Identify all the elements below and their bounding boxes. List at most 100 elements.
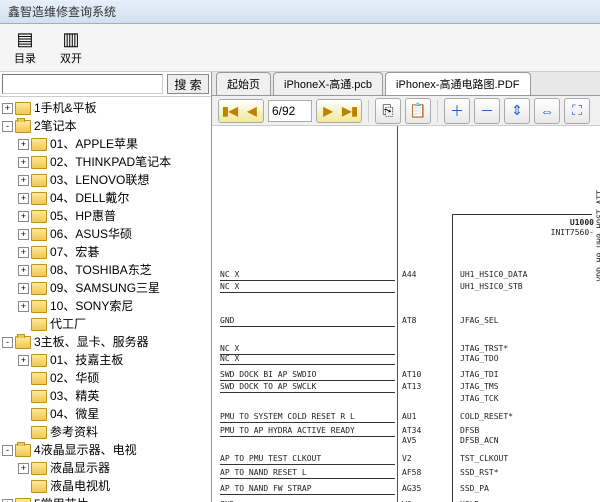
tree-item-label: 液晶显示器 — [50, 459, 110, 477]
catalog-button[interactable]: ▤ 目录 — [8, 27, 42, 68]
first-page-button[interactable]: ▮◀ — [219, 100, 241, 122]
tree-item[interactable]: +07、宏碁 — [0, 243, 211, 261]
tree-item[interactable]: +01、APPLE苹果 — [0, 135, 211, 153]
expand-toggle[interactable]: + — [18, 247, 29, 258]
zoom-in-button[interactable]: ＋ — [444, 98, 470, 124]
expand-toggle[interactable]: + — [18, 175, 29, 186]
tree-item-label: 08、TOSHIBA东芝 — [50, 261, 152, 279]
tree-item[interactable]: 02、华硕 — [0, 369, 211, 387]
net-label: VDD_H0 UH0_HOST_ATT — [596, 190, 600, 282]
schematic-line — [452, 214, 592, 215]
net-name: DFSB — [460, 426, 479, 435]
tree-item[interactable]: +02、THINKPAD笔记本 — [0, 153, 211, 171]
last-page-button[interactable]: ▶▮ — [339, 100, 361, 122]
net-name: UH1_HSIC0_STB — [460, 282, 523, 291]
fit-height-button[interactable]: ⇕ — [504, 98, 530, 124]
expand-toggle[interactable]: + — [2, 499, 13, 502]
tree-view[interactable]: +1手机&平板-2笔记本+01、APPLE苹果+02、THINKPAD笔记本+0… — [0, 97, 211, 502]
folder-icon — [31, 462, 47, 475]
expand-toggle[interactable]: + — [18, 229, 29, 240]
expand-toggle[interactable]: + — [18, 283, 29, 294]
zoom-out-button[interactable]: － — [474, 98, 500, 124]
expand-toggle[interactable]: - — [2, 121, 13, 132]
folder-icon — [31, 246, 47, 259]
chip-designator: U1000 — [570, 218, 594, 227]
copy-button[interactable]: ⎘ — [375, 98, 401, 124]
document-tab[interactable]: iPhonex-高通电路图.PDF — [385, 72, 530, 95]
tree-item[interactable]: +1手机&平板 — [0, 99, 211, 117]
tree-item[interactable]: 03、精英 — [0, 387, 211, 405]
left-panel: 搜 索 +1手机&平板-2笔记本+01、APPLE苹果+02、THINKPAD笔… — [0, 72, 212, 502]
search-button[interactable]: 搜 索 — [167, 74, 209, 94]
expand-toggle[interactable]: + — [18, 355, 29, 366]
expand-toggle[interactable]: + — [18, 301, 29, 312]
page-nav-2: ▶ ▶▮ — [316, 99, 362, 123]
page-input[interactable] — [268, 100, 312, 122]
folder-icon — [31, 210, 47, 223]
net-name: TST_CLKOUT — [460, 454, 508, 463]
expand-toggle[interactable]: + — [2, 103, 13, 114]
tree-item-label: 02、华硕 — [50, 369, 99, 387]
expand-toggle[interactable]: + — [18, 463, 29, 474]
pin-number: AT10 — [402, 370, 421, 379]
schematic-canvas: VDD_H0 UH0_HOST_ATT U1000 INIT7560- NC X… — [212, 126, 600, 502]
page-nav: ▮◀ ◀ — [218, 99, 264, 123]
tree-item[interactable]: +10、SONY索尼 — [0, 297, 211, 315]
folder-icon — [31, 354, 47, 367]
paste-button[interactable]: 📋 — [405, 98, 431, 124]
folder-icon — [31, 264, 47, 277]
folder-icon — [31, 174, 47, 187]
tree-item[interactable]: + 液晶显示器 — [0, 459, 211, 477]
net-signal: SWD DOCK BI AP SWDIO — [220, 370, 316, 379]
tree-item-label: 07、宏碁 — [50, 243, 99, 261]
document-tab[interactable]: iPhoneX-高通.pcb — [273, 72, 383, 95]
expand-toggle[interactable]: + — [18, 265, 29, 276]
expand-toggle[interactable]: + — [18, 157, 29, 168]
tree-item[interactable]: -2笔记本 — [0, 117, 211, 135]
expand-toggle[interactable]: + — [18, 193, 29, 204]
tree-item[interactable]: +04、DELL戴尔 — [0, 189, 211, 207]
tree-item[interactable]: 参考资料 — [0, 423, 211, 441]
tree-item[interactable]: +06、ASUS华硕 — [0, 225, 211, 243]
folder-icon — [15, 498, 31, 502]
net-signal: AP TO NAND FW STRAP — [220, 484, 312, 493]
tree-item[interactable]: -3主板、显卡、服务器 — [0, 333, 211, 351]
folder-icon — [15, 336, 31, 349]
expand-toggle[interactable]: - — [2, 445, 13, 456]
tree-item[interactable]: +05、HP惠普 — [0, 207, 211, 225]
right-panel: 起始页iPhoneX-高通.pcbiPhonex-高通电路图.PDF ▮◀ ◀ … — [212, 72, 600, 502]
dual-open-button[interactable]: ▥ 双开 — [54, 27, 88, 68]
tree-item-label: 04、微星 — [50, 405, 99, 423]
fit-width-button[interactable]: ⇔ — [534, 98, 560, 124]
folder-icon — [15, 102, 31, 115]
net-signal: AP TO NAND RESET L — [220, 468, 307, 477]
schematic-line — [452, 214, 453, 502]
tree-item[interactable]: 液晶电视机 — [0, 477, 211, 495]
tree-item[interactable]: +08、TOSHIBA东芝 — [0, 261, 211, 279]
expand-toggle[interactable]: + — [18, 211, 29, 222]
tree-item[interactable]: +5常用芯片 — [0, 495, 211, 502]
document-tab[interactable]: 起始页 — [216, 72, 271, 95]
document-tabs: 起始页iPhoneX-高通.pcbiPhonex-高通电路图.PDF — [212, 72, 600, 96]
tree-item[interactable]: +03、LENOVO联想 — [0, 171, 211, 189]
search-input[interactable] — [2, 74, 163, 94]
tree-item[interactable]: 代工厂 — [0, 315, 211, 333]
fit-page-button[interactable]: ⛶ — [564, 98, 590, 124]
folder-icon — [15, 444, 31, 457]
document-view[interactable]: VDD_H0 UH0_HOST_ATT U1000 INIT7560- NC X… — [212, 126, 600, 502]
tree-item[interactable]: +01、技嘉主板 — [0, 351, 211, 369]
next-page-button[interactable]: ▶ — [317, 100, 339, 122]
pin-number: AV5 — [402, 436, 416, 445]
tree-item[interactable]: +09、SAMSUNG三星 — [0, 279, 211, 297]
separator — [368, 100, 369, 122]
tree-item[interactable]: 04、微星 — [0, 405, 211, 423]
net-name: JFAG_SEL — [460, 316, 499, 325]
folder-icon — [31, 138, 47, 151]
expand-toggle[interactable]: + — [18, 139, 29, 150]
schematic-border — [397, 126, 398, 502]
pin-number: AU1 — [402, 412, 416, 421]
expand-toggle[interactable]: - — [2, 337, 13, 348]
folder-icon — [31, 228, 47, 241]
prev-page-button[interactable]: ◀ — [241, 100, 263, 122]
tree-item[interactable]: -4液晶显示器、电视 — [0, 441, 211, 459]
